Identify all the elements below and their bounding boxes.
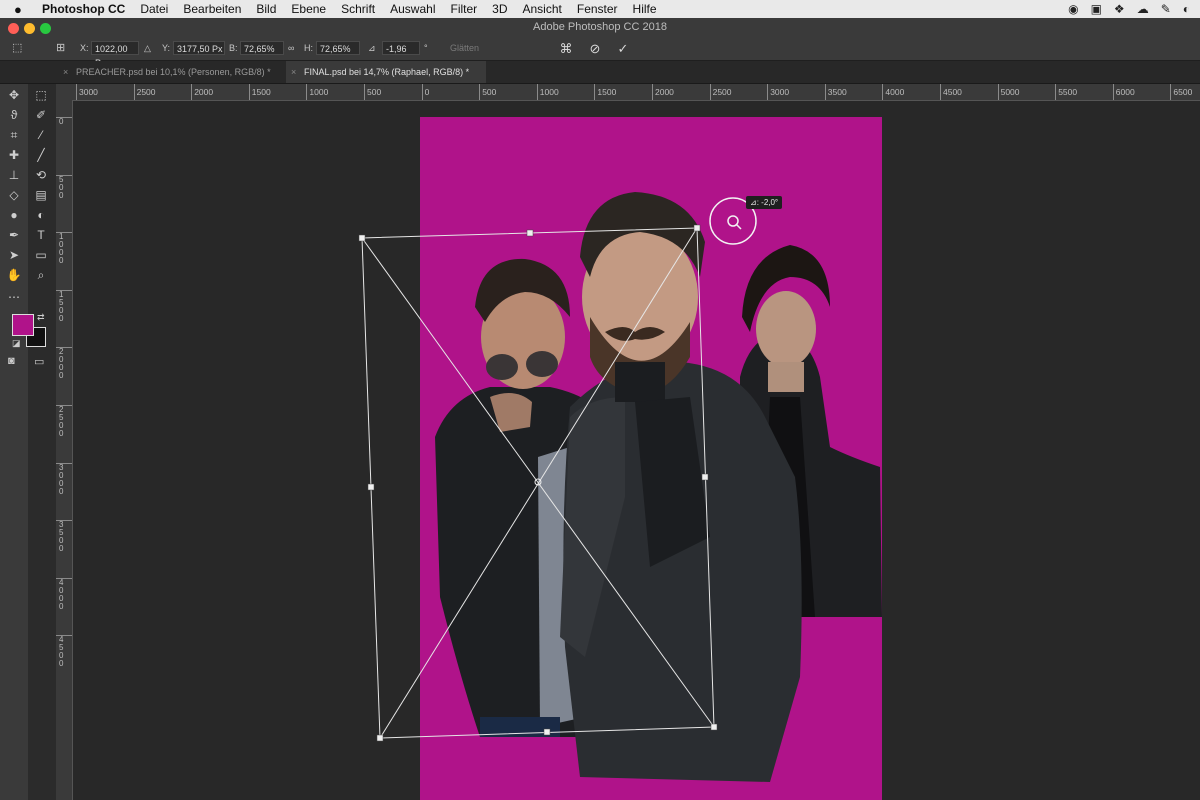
transform-handle[interactable] [693,224,701,232]
transform-handle[interactable] [367,483,375,491]
transform-diagonal [361,237,715,728]
transform-handle[interactable] [376,734,384,742]
foreground-color-swatch[interactable] [12,314,34,336]
rotation-readout: ⊿: -2,0° [746,196,783,209]
transform-handle[interactable] [358,234,366,242]
transform-handle[interactable] [701,473,709,481]
rotate-cursor-icon [735,223,742,230]
transform-overlay [358,197,757,742]
transform-handle[interactable] [526,229,534,237]
transform-diagonal [379,227,698,739]
transform-handle[interactable] [543,728,551,736]
transform-handle[interactable] [710,723,718,731]
